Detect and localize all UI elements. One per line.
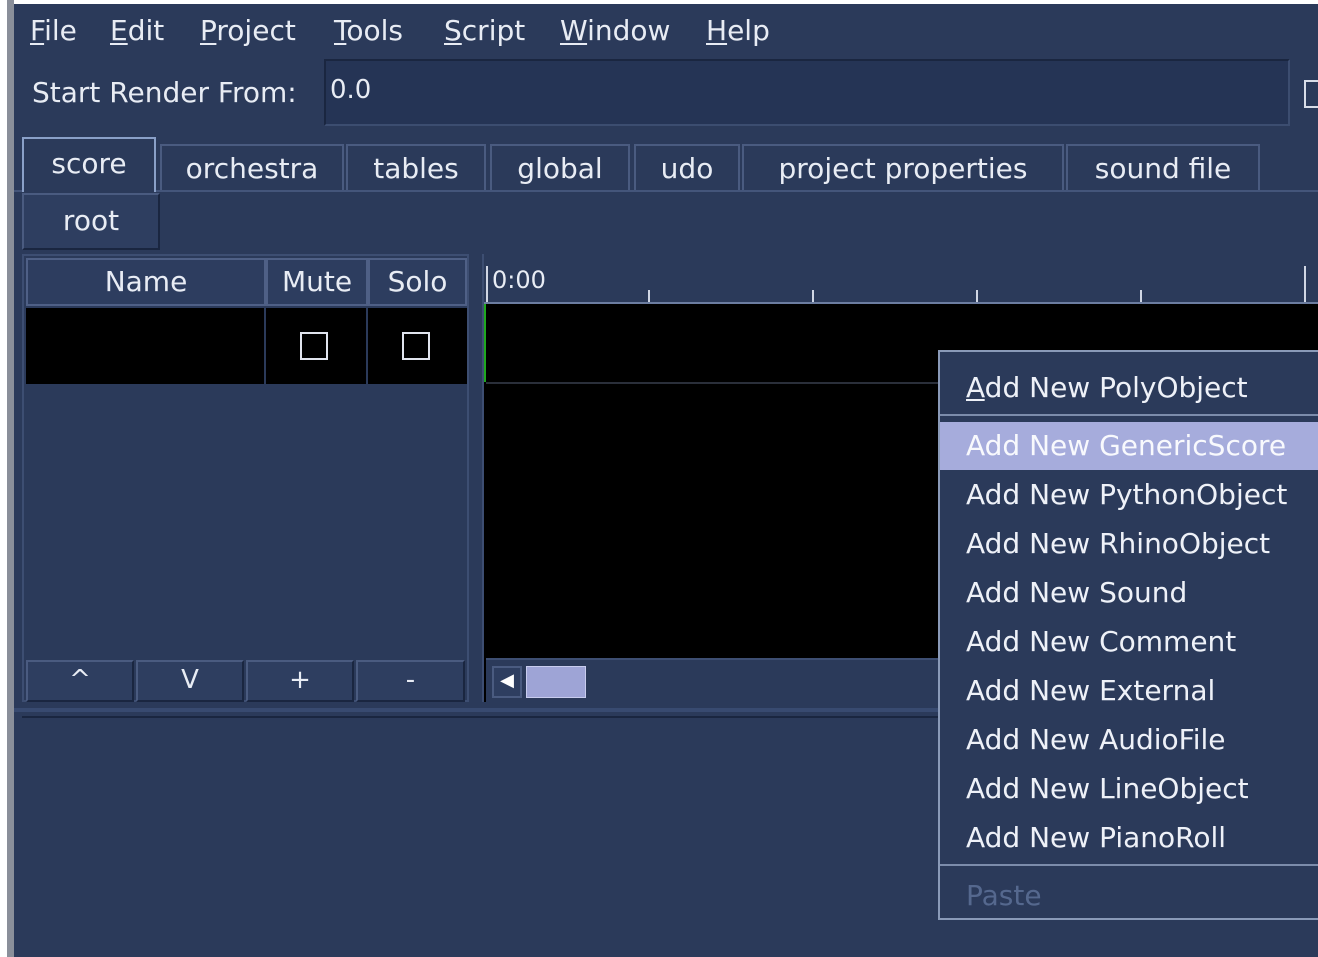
menu-item-add-genericscore[interactable]: Add New GenericScore: [940, 422, 1318, 470]
menu-item-add-pianoroll[interactable]: Add New PianoRoll: [940, 814, 1318, 862]
ruler-tick: [1140, 290, 1142, 302]
scroll-left-arrow-icon[interactable]: ◀: [492, 666, 522, 698]
column-header-solo[interactable]: Solo: [368, 258, 467, 306]
menubar: File Edit Project Tools Script Window He…: [14, 4, 1318, 54]
window-left-edge: [7, 0, 14, 957]
ruler-tick: [648, 290, 650, 302]
column-header-mute[interactable]: Mute: [266, 258, 368, 306]
tab-tables[interactable]: tables: [346, 144, 486, 190]
mute-checkbox[interactable]: [300, 332, 328, 360]
layer-panel: Name Mute Solo ^ V + -: [22, 254, 469, 702]
menu-file[interactable]: File: [30, 14, 77, 47]
move-layer-down-button[interactable]: V: [136, 660, 244, 702]
move-layer-up-button[interactable]: ^: [26, 660, 134, 702]
cell-divider: [264, 308, 266, 384]
blue-app-window: File Edit Project Tools Script Window He…: [14, 4, 1318, 957]
menu-item-add-polyobject[interactable]: Add New PolyObject: [940, 364, 1318, 412]
playhead-line[interactable]: [484, 304, 486, 382]
tab-global[interactable]: global: [490, 144, 630, 190]
tab-sound-file[interactable]: sound file: [1066, 144, 1260, 190]
menu-tools[interactable]: Tools: [334, 14, 403, 47]
menu-item-add-lineobject[interactable]: Add New LineObject: [940, 765, 1318, 813]
menu-separator: [940, 414, 1318, 416]
cell-divider: [366, 308, 368, 384]
time-start-label: 0:00: [492, 266, 546, 294]
ruler-tick: [486, 266, 488, 302]
menu-item-add-external[interactable]: Add New External: [940, 667, 1318, 715]
ruler-tick: [812, 290, 814, 302]
menu-item-add-comment[interactable]: Add New Comment: [940, 618, 1318, 666]
ruler-tick: [976, 290, 978, 302]
menu-help[interactable]: Help: [706, 14, 770, 47]
menu-separator: [940, 864, 1318, 866]
time-ruler[interactable]: 0:00: [484, 254, 1318, 304]
tab-udo[interactable]: udo: [634, 144, 740, 190]
menu-item-add-sound[interactable]: Add New Sound: [940, 569, 1318, 617]
layer-row[interactable]: [26, 308, 467, 384]
menu-edit[interactable]: Edit: [110, 14, 164, 47]
menu-script[interactable]: Script: [444, 14, 525, 47]
menu-item-add-rhinoobject[interactable]: Add New RhinoObject: [940, 520, 1318, 568]
menu-item-paste: Paste: [966, 879, 1042, 912]
solo-checkbox[interactable]: [402, 332, 430, 360]
menu-item-add-audiofile[interactable]: Add New AudioFile: [940, 716, 1318, 764]
tab-project-properties[interactable]: project properties: [742, 144, 1064, 190]
menu-item-add-pythonobject[interactable]: Add New PythonObject: [940, 471, 1318, 519]
context-menu: Add New PolyObject Add New GenericScore …: [938, 350, 1318, 920]
tab-score[interactable]: score: [22, 137, 156, 192]
render-option-checkbox[interactable]: [1304, 80, 1318, 108]
scrollbar-thumb[interactable]: [526, 666, 586, 698]
root-breadcrumb-button[interactable]: root: [22, 193, 160, 250]
add-layer-button[interactable]: +: [246, 660, 354, 702]
menu-project[interactable]: Project: [200, 14, 296, 47]
start-render-input[interactable]: 0.0: [324, 59, 1290, 126]
menu-window[interactable]: Window: [560, 14, 670, 47]
ruler-tick: [1304, 266, 1306, 302]
tab-orchestra[interactable]: orchestra: [160, 144, 344, 190]
remove-layer-button[interactable]: -: [356, 660, 465, 702]
column-header-name[interactable]: Name: [26, 258, 266, 306]
start-render-label: Start Render From:: [32, 76, 297, 109]
